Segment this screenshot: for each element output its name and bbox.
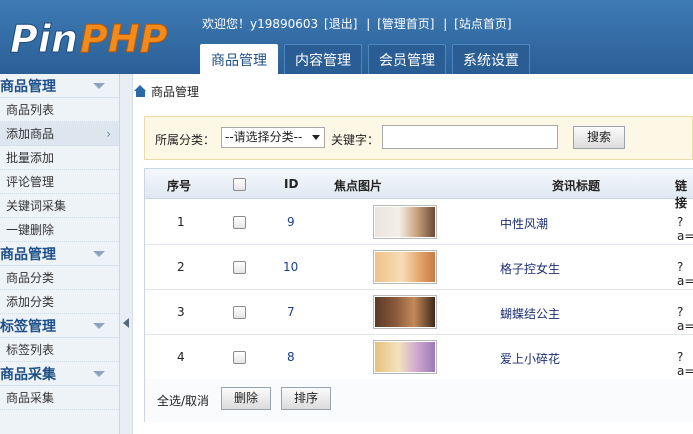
sidebar-item-goods-collect[interactable]: 商品采集	[0, 386, 119, 410]
sidebar-group-title: 商品管理	[0, 78, 56, 95]
row-link[interactable]: ?a=	[677, 305, 693, 333]
main-nav-tabs: 商品管理 内容管理 会员管理 系统设置	[200, 44, 530, 74]
table-footer: 全选/取消 删除 排序	[145, 379, 693, 422]
tab-goods-management[interactable]: 商品管理	[200, 44, 278, 74]
tab-member-management[interactable]: 会员管理	[368, 44, 446, 74]
sidebar-item-tag-list[interactable]: 标签列表	[0, 338, 119, 362]
row-seq: 1	[177, 215, 185, 229]
sidebar-item-comments[interactable]: 评论管理	[0, 170, 119, 194]
chevron-right-icon: ›	[106, 127, 111, 141]
sidebar-collapse-bar[interactable]	[120, 74, 133, 434]
dropdown-arrow-icon	[312, 135, 320, 140]
row-link[interactable]: ?a=	[677, 350, 693, 378]
row-seq: 4	[177, 350, 185, 364]
table-row: 4 8 爱上小碎花 ?a=	[145, 335, 693, 380]
top-header: Pin PHP 欢迎您！y19890603 [退出] | [管理首页] | [站…	[0, 0, 693, 74]
sidebar-item-keyword-collect[interactable]: 关键词采集	[0, 194, 119, 218]
row-title-link[interactable]: 中性风潮	[500, 215, 548, 232]
sidebar-group-title: 标签管理	[0, 318, 56, 335]
row-seq: 2	[177, 260, 185, 274]
thumbnail-image	[375, 342, 435, 372]
category-select-value: --请选择分类--	[225, 130, 303, 144]
sidebar-group-title: 商品采集	[0, 366, 56, 383]
row-id-link[interactable]: 8	[287, 350, 295, 364]
sidebar-item-batch-add[interactable]: 批量添加	[0, 146, 119, 170]
row-thumbnail[interactable]	[373, 295, 437, 329]
keyword-input[interactable]	[382, 125, 558, 149]
keyword-label: 关键字：	[331, 133, 380, 147]
row-link[interactable]: ?a=	[677, 260, 693, 288]
admin-home-link[interactable]: [管理首页]	[377, 17, 434, 31]
category-label: 所属分类：	[155, 133, 216, 147]
search-button[interactable]: 搜索	[573, 126, 625, 149]
row-thumbnail[interactable]	[373, 340, 437, 374]
chevron-down-icon[interactable]	[93, 322, 105, 329]
sort-button[interactable]: 排序	[281, 387, 331, 410]
row-title-link[interactable]: 蝴蝶结公主	[500, 305, 560, 322]
welcome-text: 欢迎您！y19890603	[202, 17, 319, 31]
row-checkbox[interactable]	[233, 216, 246, 229]
sidebar-group-header[interactable]: 标签管理	[0, 314, 119, 338]
goods-table: 序号 ID 焦点图片 资讯标题 链接 1 9 中性风潮 ?a= 2 10 格子控…	[144, 168, 693, 422]
thumbnail-image	[375, 207, 435, 237]
separator: |	[443, 17, 448, 31]
tab-content-management[interactable]: 内容管理	[284, 44, 362, 74]
home-icon[interactable]	[134, 85, 147, 97]
thumbnail-image	[375, 252, 435, 282]
header-seq: 序号	[167, 179, 192, 193]
sidebar-group-header[interactable]: 商品管理	[0, 242, 119, 266]
select-all-toggle[interactable]: 全选/取消	[157, 392, 209, 409]
row-seq: 3	[177, 305, 185, 319]
tab-system-settings[interactable]: 系统设置	[452, 44, 530, 74]
row-link[interactable]: ?a=	[677, 215, 693, 243]
row-title-link[interactable]: 爱上小碎花	[500, 350, 560, 367]
select-all-checkbox[interactable]	[233, 178, 246, 191]
sidebar-group-title: 商品管理	[0, 246, 56, 263]
chevron-down-icon[interactable]	[93, 370, 105, 377]
table-row: 3 7 蝴蝶结公主 ?a=	[145, 290, 693, 335]
sidebar-item-one-click-delete[interactable]: 一键删除	[0, 218, 119, 242]
site-home-link[interactable]: [站点首页]	[454, 17, 511, 31]
chevron-down-icon[interactable]	[93, 82, 105, 89]
sidebar-item-goods-category[interactable]: 商品分类	[0, 266, 119, 290]
welcome-bar: 欢迎您！y19890603 [退出] | [管理首页] | [站点首页]	[202, 15, 514, 32]
header-title: 资讯标题	[552, 179, 601, 193]
row-title-link[interactable]: 格子控女生	[500, 260, 560, 277]
row-id-link[interactable]: 7	[287, 305, 295, 319]
row-checkbox[interactable]	[233, 306, 246, 319]
separator: |	[366, 17, 371, 31]
header-image: 焦点图片	[334, 179, 383, 193]
row-id-link[interactable]: 10	[283, 260, 298, 274]
header-id: ID	[284, 177, 299, 191]
table-row: 1 9 中性风潮 ?a=	[145, 200, 693, 245]
row-checkbox[interactable]	[233, 261, 246, 274]
breadcrumb: 商品管理	[134, 82, 199, 100]
sidebar-group-header[interactable]: 商品采集	[0, 362, 119, 386]
sidebar-item-goods-list[interactable]: 商品列表	[0, 98, 119, 122]
logout-link[interactable]: [退出]	[324, 17, 357, 31]
logo-pin-text: Pin	[10, 17, 78, 61]
sidebar-item-add-goods[interactable]: 添加商品 ›	[0, 122, 119, 146]
main-content: 商品管理 所属分类： --请选择分类-- 关键字： 搜索 序号 ID 焦点图片 …	[134, 74, 693, 434]
sidebar: 商品管理 商品列表 添加商品 › 批量添加 评论管理 关键词采集 一键删除 商品…	[0, 74, 120, 434]
row-checkbox[interactable]	[233, 351, 246, 364]
thumbnail-image	[375, 297, 435, 327]
sidebar-item-add-category[interactable]: 添加分类	[0, 290, 119, 314]
category-select[interactable]: --请选择分类--	[221, 127, 325, 148]
collapse-left-icon[interactable]	[123, 318, 129, 328]
logo-php-text: PHP	[80, 17, 168, 61]
sidebar-item-label: 添加商品	[6, 127, 55, 141]
search-panel: 所属分类： --请选择分类-- 关键字： 搜索	[144, 116, 693, 160]
row-thumbnail[interactable]	[373, 250, 437, 284]
sidebar-group-header[interactable]: 商品管理	[0, 74, 119, 98]
chevron-down-icon[interactable]	[93, 250, 105, 257]
breadcrumb-label: 商品管理	[151, 84, 200, 99]
row-thumbnail[interactable]	[373, 205, 437, 239]
table-row: 2 10 格子控女生 ?a=	[145, 245, 693, 290]
table-header: 序号 ID 焦点图片 资讯标题 链接	[145, 169, 693, 210]
delete-button[interactable]: 删除	[221, 387, 271, 410]
pinphp-logo[interactable]: Pin PHP	[8, 10, 169, 66]
row-id-link[interactable]: 9	[287, 215, 295, 229]
